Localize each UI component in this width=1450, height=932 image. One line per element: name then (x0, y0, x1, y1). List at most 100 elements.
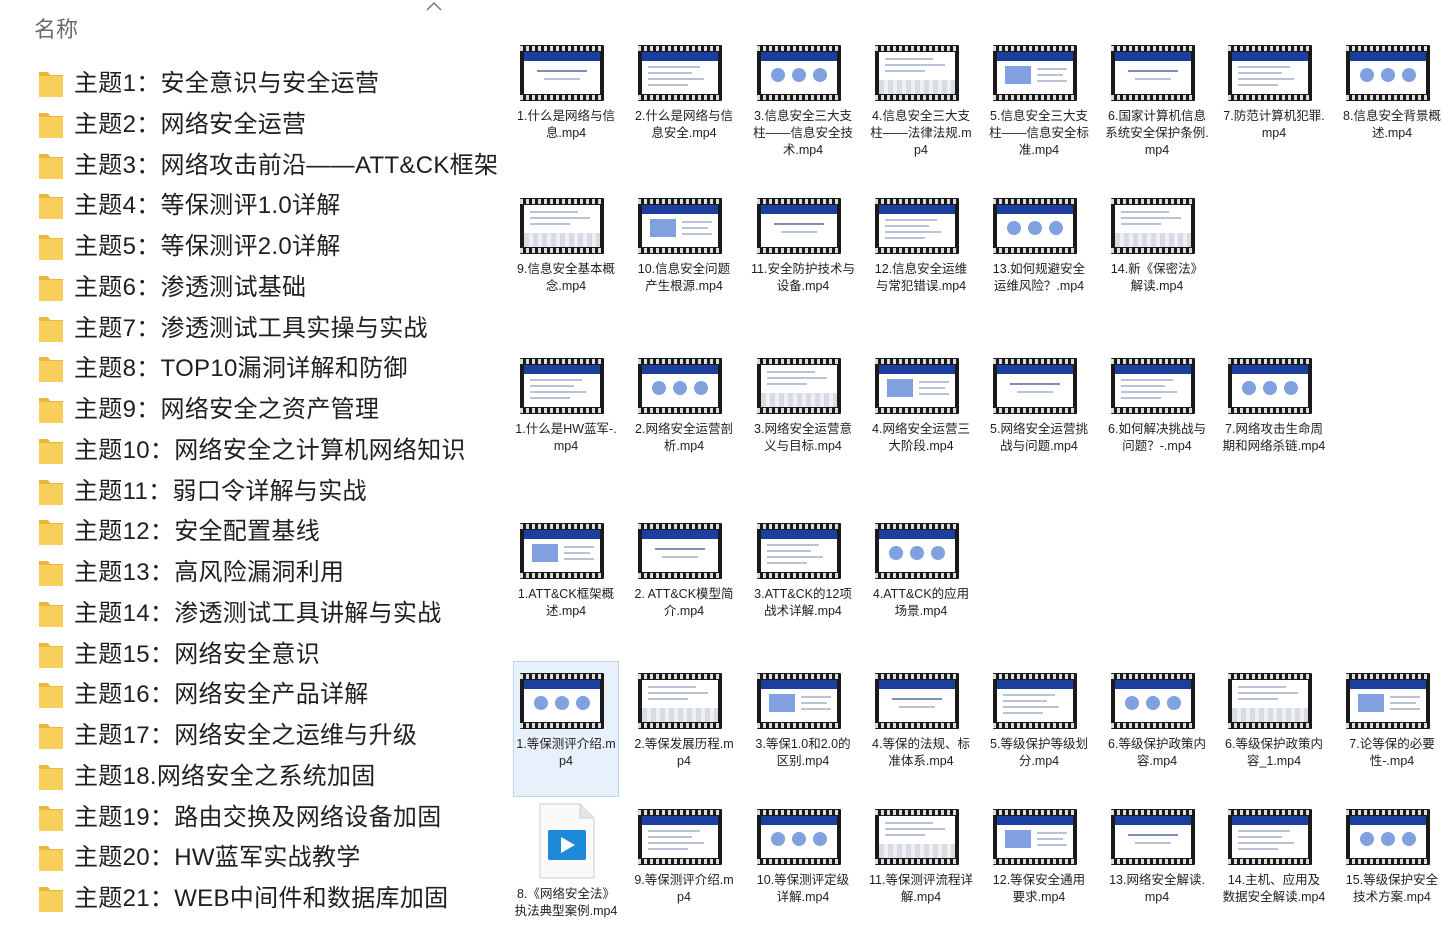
video-file-item[interactable]: 7.防范计算机犯罪.mp4 (1222, 34, 1326, 168)
video-file-item[interactable]: 8.《网络安全法》执法典型案例.mp4 (514, 798, 618, 932)
video-file-item[interactable]: 4.网络安全运营三大阶段.mp4 (869, 347, 973, 481)
video-file-item[interactable]: 3.信息安全三大支柱——信息安全技术.mp4 (751, 34, 855, 168)
video-file-item[interactable]: 11.等保测评流程详解.mp4 (869, 798, 973, 932)
folder-item[interactable]: 主题19：路由交换及网络设备加固 (0, 798, 500, 839)
folder-label: 主题14：渗透测试工具讲解与实战 (74, 599, 442, 627)
file-name: 4.网络安全运营三大阶段.mp4 (872, 422, 970, 453)
video-file-item[interactable]: 14.新《保密法》解读.mp4 (1105, 187, 1209, 321)
folder-item[interactable]: 主题6：渗透测试基础 (0, 268, 500, 309)
video-file-item[interactable]: 13.网络安全解读.mp4 (1105, 798, 1209, 932)
video-file-item[interactable]: 5.信息安全三大支柱——信息安全标准.mp4 (987, 34, 1091, 168)
video-file-item[interactable]: 8.信息安全背景概述.mp4 (1340, 34, 1444, 168)
video-file-item[interactable]: 5.网络安全运营挑战与问题.mp4 (987, 347, 1091, 481)
video-file-item[interactable]: 5.等级保护等级划分.mp4 (987, 662, 1091, 796)
video-file-item[interactable]: 9.等保测评介绍.mp4 (632, 798, 736, 932)
file-name: 4.等保的法规、标准体系.mp4 (872, 737, 970, 768)
folder-label: 主题9：网络安全之资产管理 (74, 396, 380, 423)
folder-item[interactable]: 主题18.网络安全之系统加固 (0, 757, 500, 798)
video-file-item[interactable]: 1.ATT&CK框架概述.mp4 (514, 512, 618, 646)
video-file-item[interactable]: 2. ATT&CK模型简介.mp4 (632, 512, 736, 646)
folder-item[interactable]: 主题14：渗透测试工具讲解与实战 (0, 594, 500, 635)
video-file-item[interactable]: 6.等级保护政策内容_1.mp4 (1222, 662, 1326, 796)
video-file-item[interactable]: 1.什么是HW蓝军-.mp4 (514, 347, 618, 481)
folder-item[interactable]: 主题8：TOP10漏洞详解和防御 (0, 349, 500, 390)
video-file-item[interactable]: 4.ATT&CK的应用场景.mp4 (869, 512, 973, 646)
file-name: 14.新《保密法》解读.mp4 (1110, 262, 1204, 293)
file-name: 3.等保1.0和2.0的区别.mp4 (755, 737, 851, 768)
file-name: 4.信息安全三大支柱——法律法规.mp4 (870, 109, 972, 157)
video-file-item[interactable]: 12.信息安全运维与常犯错误.mp4 (869, 187, 973, 321)
video-file-item[interactable]: 9.信息安全基本概念.mp4 (514, 187, 618, 321)
folder-item[interactable]: 主题20：HW蓝军实战教学 (0, 838, 500, 879)
column-header-name[interactable]: 名称 (34, 12, 78, 44)
folder-item[interactable]: 主题1：安全意识与安全运营 (0, 64, 500, 105)
folder-item[interactable]: 主题12：安全配置基线 (0, 512, 500, 553)
folder-item[interactable]: 主题15：网络安全意识 (0, 635, 500, 676)
video-file-item[interactable]: 12.等保安全通用要求.mp4 (987, 798, 1091, 932)
video-file-item[interactable]: 4.信息安全三大支柱——法律法规.mp4 (869, 34, 973, 168)
video-thumbnail (1111, 358, 1195, 414)
folder-icon (39, 642, 63, 668)
video-file-item[interactable]: 14.主机、应用及数据安全解读.mp4 (1222, 798, 1326, 932)
folder-icon (39, 194, 63, 220)
folder-item[interactable]: 主题21：WEB中间件和数据库加固 (0, 879, 500, 920)
folder-item[interactable]: 主题2：网络安全运营 (0, 105, 500, 146)
video-file-item[interactable]: 6.如何解决挑战与问题？-.mp4 (1105, 347, 1209, 481)
video-file-item[interactable]: 2.网络安全运营剖析.mp4 (632, 347, 736, 481)
folder-label: 主题16：网络安全产品详解 (74, 681, 369, 709)
folder-icon (39, 683, 63, 709)
video-thumbnail (875, 198, 959, 254)
video-file-item[interactable]: 10.等保测评定级详解.mp4 (751, 798, 855, 932)
video-file-item[interactable]: 2.等保发展历程.mp4 (632, 662, 736, 796)
video-file-item[interactable]: 2.什么是网络与信息安全.mp4 (632, 34, 736, 168)
folder-item[interactable]: 主题3：网络攻击前沿——ATT&CK框架 (0, 146, 500, 187)
video-thumbnail (1111, 45, 1195, 101)
file-name: 15.等级保护安全技术方案.mp4 (1345, 873, 1439, 904)
folder-label: 主题4：等保测评1.0详解 (74, 192, 341, 220)
folder-item[interactable]: 主题13：高风险漏洞利用 (0, 553, 500, 594)
video-file-item[interactable]: 11.安全防护技术与设备.mp4 (751, 187, 855, 321)
folder-label: 主题12：安全配置基线 (74, 518, 320, 546)
folder-icon (39, 398, 63, 423)
video-file-item[interactable]: 3.网络安全运营意义与目标.mp4 (751, 347, 855, 481)
file-name: 1.什么是HW蓝军-.mp4 (515, 422, 617, 453)
folder-item[interactable]: 主题7：渗透测试工具实操与实战 (0, 309, 500, 350)
folder-icon (39, 561, 63, 586)
video-file-item[interactable]: 7.论等保的必要性-.mp4 (1340, 662, 1444, 796)
video-file-item[interactable]: 1.什么是网络与信息.mp4 (514, 34, 618, 168)
folder-item[interactable]: 主题16：网络安全产品详解 (0, 675, 500, 716)
folder-item[interactable]: 主题11：弱口令详解与实战 (0, 472, 500, 513)
video-file-item[interactable]: 3.ATT&CK的12项战术详解.mp4 (751, 512, 855, 646)
folder-item[interactable]: 主题17：网络安全之运维与升级 (0, 716, 500, 757)
folder-item[interactable]: 主题9：网络安全之资产管理 (0, 390, 500, 431)
video-thumbnail (638, 673, 722, 729)
file-name: 12.等保安全通用要求.mp4 (992, 873, 1086, 904)
folder-icon (39, 887, 63, 912)
folder-label: 主题11：弱口令详解与实战 (74, 477, 367, 505)
video-file-item[interactable]: 6.等级保护政策内容.mp4 (1105, 662, 1209, 796)
folder-item[interactable]: 主题10：网络安全之计算机网络知识 (0, 431, 500, 472)
file-name: 1.ATT&CK框架概述.mp4 (517, 587, 615, 618)
video-thumbnail (993, 809, 1077, 865)
file-name: 2. ATT&CK模型简介.mp4 (634, 587, 734, 618)
folder-label: 主题13：高风险漏洞利用 (74, 559, 345, 586)
video-file-item[interactable]: 7.网络攻击生命周期和网络杀链.mp4 (1222, 347, 1326, 481)
video-file-item[interactable]: 6.国家计算机信息系统安全保护条例.mp4 (1105, 34, 1209, 168)
video-file-item[interactable]: 3.等保1.0和2.0的区别.mp4 (751, 662, 855, 796)
video-file-item[interactable]: 15.等级保护安全技术方案.mp4 (1340, 798, 1444, 932)
video-file-item[interactable]: 1.等保测评介绍.mp4 (513, 661, 619, 797)
video-thumbnail (993, 198, 1077, 254)
file-name: 12.信息安全运维与常犯错误.mp4 (874, 262, 968, 293)
folder-item[interactable]: 主题5：等保测评2.0详解 (0, 227, 500, 268)
folder-icon (39, 357, 63, 383)
folder-label: 主题17：网络安全之运维与升级 (74, 722, 418, 749)
folder-item[interactable]: 主题4：等保测评1.0详解 (0, 186, 500, 227)
video-file-item[interactable]: 4.等保的法规、标准体系.mp4 (869, 662, 973, 796)
video-file-item[interactable]: 10.信息安全问题产生根源.mp4 (632, 187, 736, 321)
sort-ascending-icon[interactable] (425, 0, 443, 12)
file-name: 11.等保测评流程详解.mp4 (869, 873, 973, 904)
file-name: 8.信息安全背景概述.mp4 (1343, 109, 1441, 140)
folder-list: 主题1：安全意识与安全运营 主题2：网络安全运营 主题3：网络攻击前沿——ATT&C… (0, 64, 500, 920)
video-file-item[interactable]: 13.如何规避安全运维风险？.mp4 (987, 187, 1091, 321)
file-name: 8.《网络安全法》执法典型案例.mp4 (514, 887, 618, 918)
